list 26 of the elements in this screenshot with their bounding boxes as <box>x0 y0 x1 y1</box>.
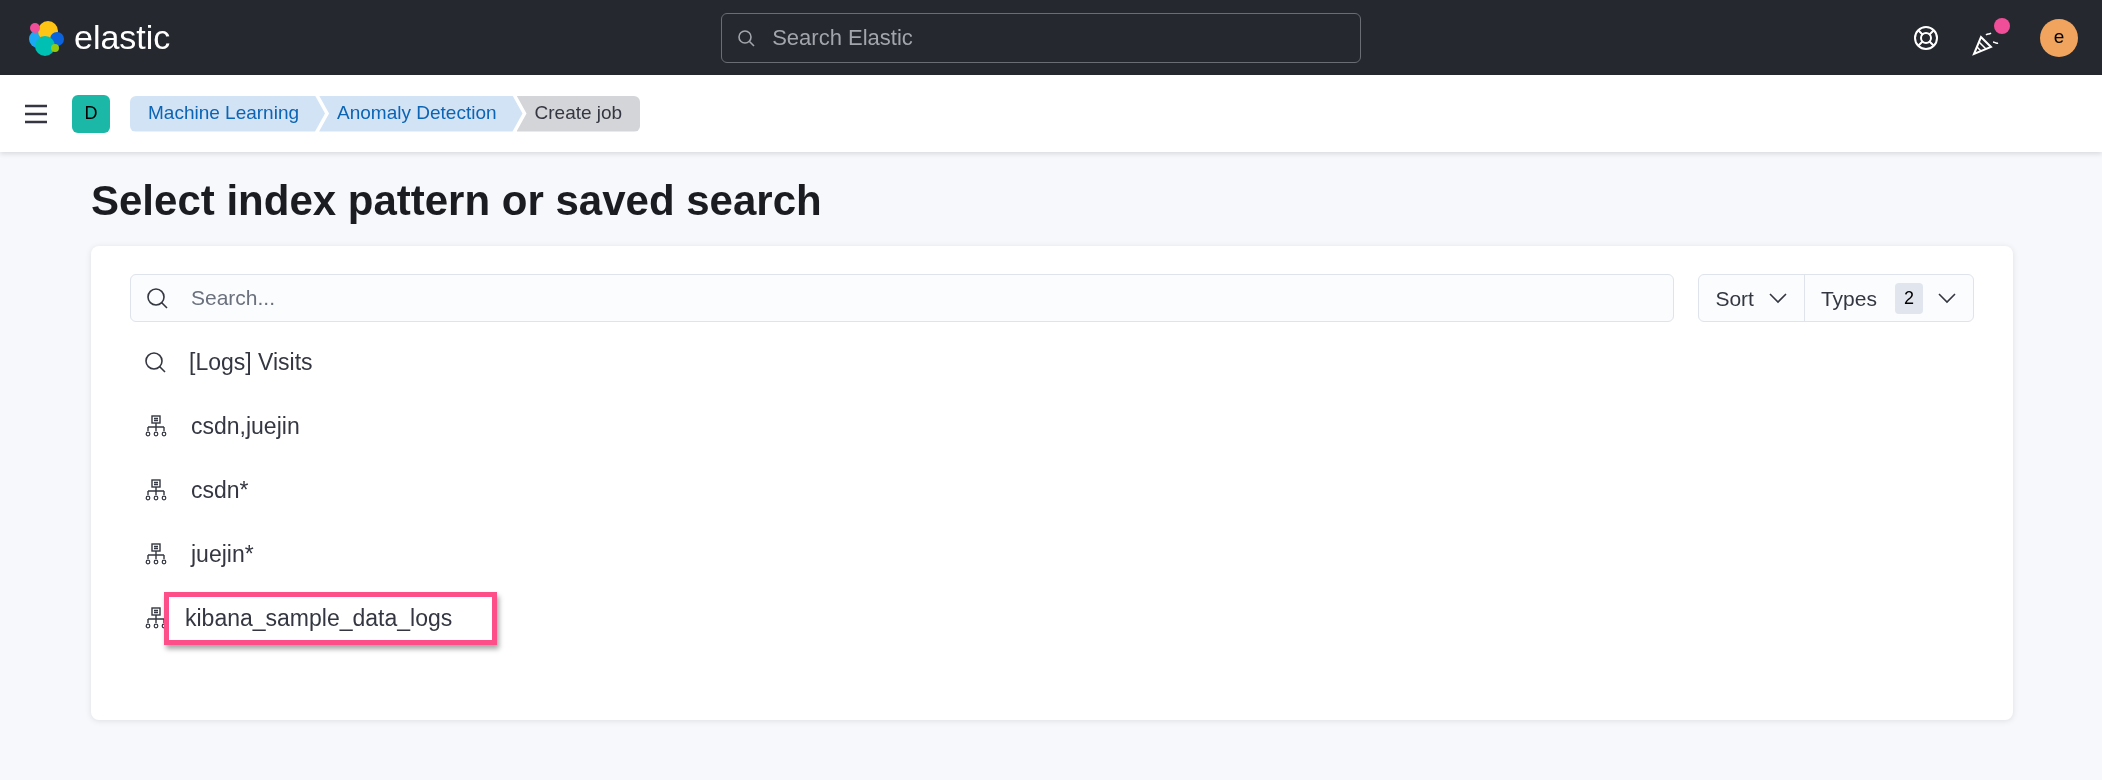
space-avatar[interactable]: D <box>72 94 110 133</box>
global-search-field[interactable]: Search Elastic <box>721 12 1362 63</box>
brand-name[interactable]: elastic <box>74 12 171 63</box>
index-pattern-icon <box>144 415 168 438</box>
search-icon <box>146 287 168 310</box>
sort-button[interactable]: Sort <box>1699 275 1804 322</box>
news-button[interactable] <box>1970 17 2010 58</box>
index-pattern-icon <box>144 543 168 566</box>
search-field[interactable]: Search... <box>130 274 1675 323</box>
list-item[interactable]: [Logs] Visits <box>174 336 328 389</box>
breadcrumb[interactable]: Anomaly Detection <box>319 95 523 132</box>
breadcrumb[interactable]: Machine Learning <box>130 95 326 132</box>
list-item[interactable]: kibana_sample_data_logs <box>164 592 498 645</box>
user-avatar[interactable]: e <box>2040 18 2078 57</box>
page-title: Select index pattern or saved search <box>91 176 823 226</box>
list-item[interactable]: csdn* <box>176 464 264 517</box>
count-badge: 2 <box>1895 282 1923 314</box>
list-item[interactable]: juejin* <box>176 528 269 581</box>
breadcrumb[interactable]: Create job <box>516 95 641 132</box>
search-icon <box>737 28 756 47</box>
types-button[interactable]: Types 2 <box>1803 275 1973 322</box>
list-item[interactable]: csdn,juejin <box>176 400 315 453</box>
search-icon <box>144 351 166 374</box>
help-icon[interactable] <box>1912 23 1940 52</box>
menu-icon[interactable] <box>24 102 48 125</box>
index-pattern-icon <box>144 479 168 502</box>
